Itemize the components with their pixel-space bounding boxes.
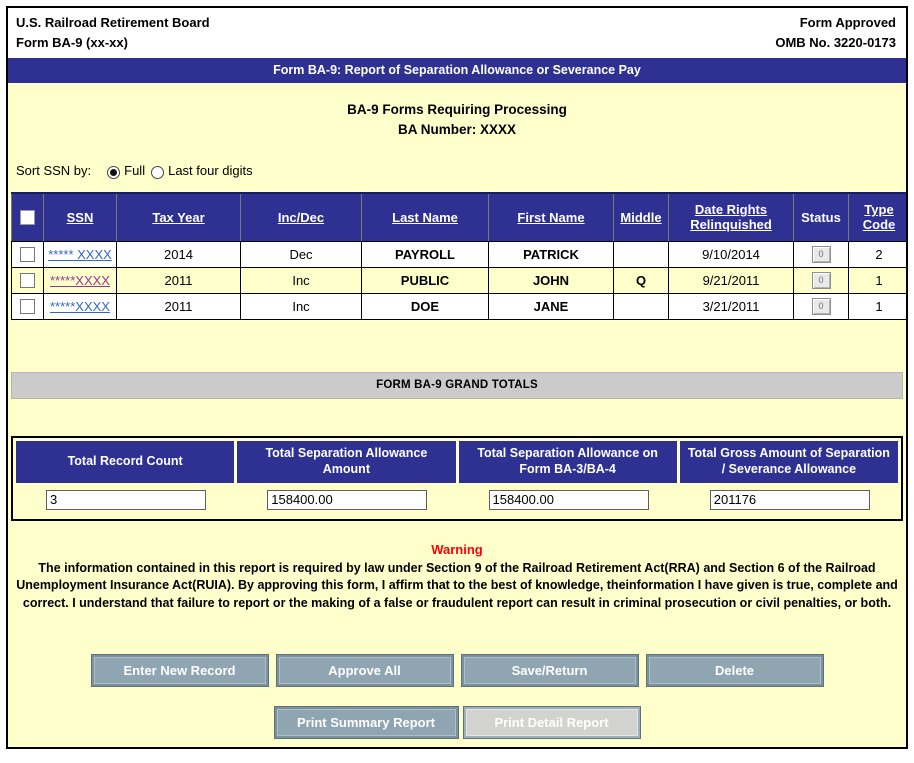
page-header: U.S. Railroad Retirement Board Form BA-9…: [8, 8, 906, 58]
col-header-middle[interactable]: Middle: [613, 192, 669, 242]
header-right: Form Approved OMB No. 3220-0173: [775, 13, 896, 52]
type-code-cell: 2: [848, 240, 906, 268]
print-detail-report-button: Print Detail Report: [462, 705, 641, 739]
total-sep-allowance-header: Total Separation Allowance Amount: [237, 440, 456, 483]
type-code-cell: 1: [848, 292, 906, 320]
save-return-button[interactable]: Save/Return: [460, 653, 639, 687]
tax-year-cell: 2014: [116, 240, 241, 268]
warning-text: The information contained in this report…: [16, 560, 898, 611]
form-title-banner: Form BA-9: Report of Separation Allowanc…: [8, 58, 906, 83]
total-record-count-header: Total Record Count: [16, 440, 235, 483]
section-title-line1: BA-9 Forms Requiring Processing: [347, 102, 567, 117]
inc-dec-cell: Inc: [240, 266, 362, 294]
enter-new-record-button[interactable]: Enter New Record: [90, 653, 269, 687]
radio-full-icon[interactable]: [107, 166, 121, 180]
select-all-cell: [11, 192, 44, 242]
total-sep-allowance-ba34-input[interactable]: [488, 489, 649, 510]
col-header-type-code[interactable]: Type Code: [848, 192, 906, 242]
middle-cell: Q: [613, 266, 669, 294]
total-gross-amount-input[interactable]: [709, 489, 870, 510]
middle-cell: [613, 292, 669, 320]
col-header-last-name[interactable]: Last Name: [361, 192, 489, 242]
total-sep-allowance-ba34-header: Total Separation Allowance on Form BA-3/…: [458, 440, 677, 483]
sort-ssn-label: Sort SSN by:: [16, 163, 92, 179]
last-name-cell: DOE: [361, 292, 489, 320]
sort-ssn-controls: Sort SSN by: Full Last four digits: [16, 163, 906, 180]
omb-number: OMB No. 3220-0173: [775, 34, 896, 50]
row-checkbox[interactable]: [20, 299, 35, 315]
radio-last-four-icon[interactable]: [151, 166, 165, 180]
form-approved-label: Form Approved: [799, 15, 896, 30]
last-name-cell: PAYROLL: [361, 240, 489, 268]
print-summary-report-button[interactable]: Print Summary Report: [273, 705, 459, 739]
col-header-inc-dec[interactable]: Inc/Dec: [240, 192, 362, 242]
select-all-checkbox[interactable]: [20, 210, 35, 226]
radio-full-label[interactable]: Full: [124, 163, 145, 178]
form-page: U.S. Railroad Retirement Board Form BA-9…: [6, 6, 908, 749]
date-rights-cell: 9/21/2011: [668, 266, 794, 294]
inc-dec-cell: Dec: [240, 240, 362, 268]
col-header-tax-year[interactable]: Tax Year: [116, 192, 241, 242]
print-buttons-row: Print Summary Report Print Detail Report: [8, 705, 906, 739]
section-title-line2: BA Number: XXXX: [8, 120, 906, 140]
total-record-count-input[interactable]: [46, 489, 206, 510]
type-code-cell: 1: [848, 266, 906, 294]
row-checkbox[interactable]: [20, 247, 35, 263]
table-header-row: SSN Tax Year Inc/Dec Last Name First Nam…: [11, 192, 906, 242]
grand-totals-bar: FORM BA-9 GRAND TOTALS: [11, 371, 903, 399]
row-checkbox[interactable]: [20, 273, 35, 289]
records-table: SSN Tax Year Inc/Dec Last Name First Nam…: [11, 192, 906, 320]
header-left: U.S. Railroad Retirement Board Form BA-9…: [16, 13, 210, 52]
agency-name: U.S. Railroad Retirement Board: [16, 15, 210, 30]
status-button[interactable]: 0: [811, 272, 831, 290]
radio-last-four-label[interactable]: Last four digits: [168, 163, 253, 178]
tax-year-cell: 2011: [116, 292, 241, 320]
col-header-date-rights[interactable]: Date Rights Relinquished: [668, 192, 794, 242]
form-number: Form BA-9 (xx-xx): [16, 34, 128, 50]
action-buttons-row: Enter New Record Approve All Save/Return…: [8, 653, 906, 687]
approve-all-button[interactable]: Approve All: [275, 653, 454, 687]
ba-number-label: BA Number:: [397, 121, 477, 137]
section-title: BA-9 Forms Requiring Processing BA Numbe…: [8, 100, 906, 139]
first-name-cell: PATRICK: [488, 240, 614, 268]
warning-title: Warning: [431, 541, 483, 557]
status-button[interactable]: 0: [811, 246, 831, 264]
inc-dec-cell: Inc: [240, 292, 362, 320]
middle-cell: [613, 240, 669, 268]
ssn-link[interactable]: *****XXXX: [50, 299, 110, 314]
status-button[interactable]: 0: [811, 298, 831, 316]
tax-year-cell: 2011: [116, 266, 241, 294]
ssn-link[interactable]: *****XXXX: [50, 273, 110, 288]
col-header-status: Status: [793, 192, 849, 242]
ba-number-value: XXXX: [480, 121, 517, 137]
col-header-first-name[interactable]: First Name: [488, 192, 614, 242]
grand-totals-table: Total Record Count Total Separation Allo…: [11, 435, 903, 521]
date-rights-cell: 3/21/2011: [668, 292, 794, 320]
total-sep-allowance-input[interactable]: [267, 489, 428, 510]
ssn-link[interactable]: ***** XXXX: [48, 247, 112, 262]
first-name-cell: JANE: [488, 292, 614, 320]
warning-section: Warning The information contained in thi…: [8, 542, 906, 613]
table-row: *****XXXX 2011 Inc DOE JANE 3/21/2011 0 …: [11, 292, 906, 320]
table-row: *****XXXX 2011 Inc PUBLIC JOHN Q 9/21/20…: [11, 266, 906, 294]
col-header-ssn[interactable]: SSN: [43, 192, 117, 242]
table-row: ***** XXXX 2014 Dec PAYROLL PATRICK 9/10…: [11, 240, 906, 268]
date-rights-cell: 9/10/2014: [668, 240, 794, 268]
last-name-cell: PUBLIC: [361, 266, 489, 294]
delete-button[interactable]: Delete: [645, 653, 824, 687]
total-gross-amount-header: Total Gross Amount of Separation / Sever…: [679, 440, 898, 483]
first-name-cell: JOHN: [488, 266, 614, 294]
